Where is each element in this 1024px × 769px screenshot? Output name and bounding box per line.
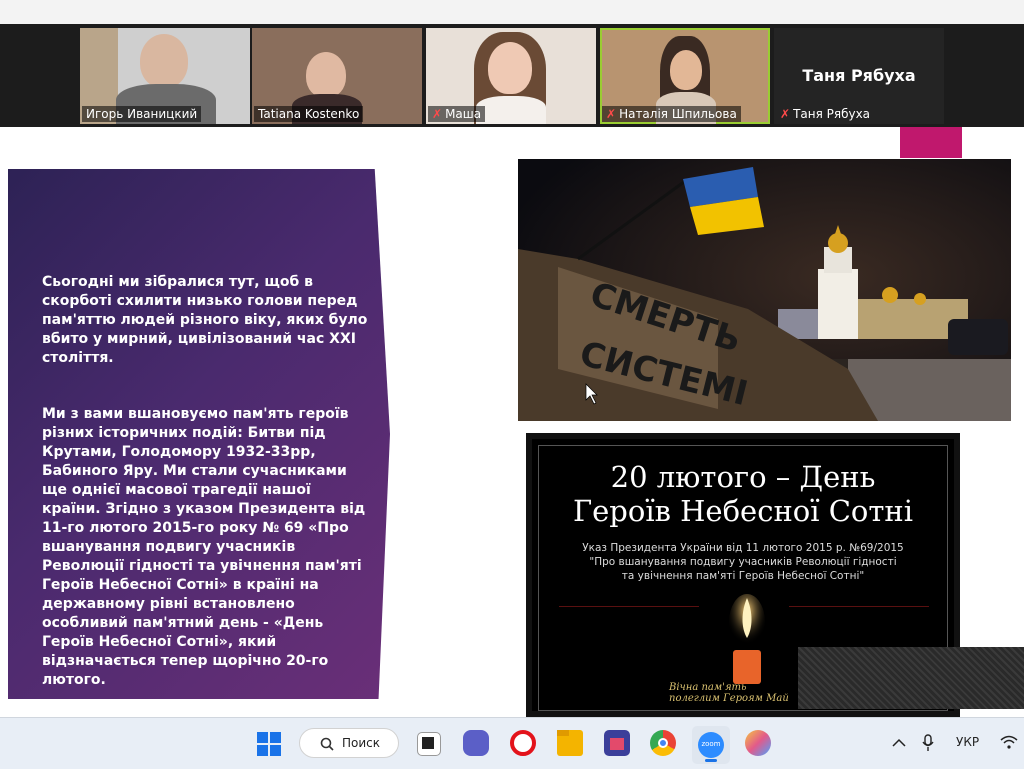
- poster-caption: Вічна пам'ять полеглим Героям Май: [669, 682, 789, 704]
- poster-subtitle-2: "Про вшанування подвигу учасників Револю…: [589, 556, 897, 568]
- poster-subtitle-1: Указ Президента України від 11 лютого 20…: [582, 542, 904, 554]
- windows-start-icon[interactable]: [257, 732, 281, 756]
- poster-divider-left: [559, 606, 699, 607]
- poster-title-line-2: Героїв Небесної Сотні: [572, 494, 914, 528]
- participant-body: [476, 96, 546, 124]
- slide-accent-bar: [900, 127, 962, 158]
- maidan-photo-graphic: СМЕРТЬ СИСТЕМІ: [518, 159, 1011, 421]
- muted-mic-icon: ✗: [432, 107, 443, 121]
- slide-text-panel: Сьогодні ми зібралися тут, щоб в скорбот…: [8, 169, 390, 699]
- candle-icon: [729, 594, 765, 684]
- zoom-icon: zoom: [698, 732, 724, 758]
- participant-name: ✗ Маша: [428, 106, 486, 122]
- shared-slide: Сьогодні ми зібралися тут, щоб в скорбот…: [0, 127, 1024, 717]
- participant-name: ✗ Таня Рябуха: [780, 107, 871, 121]
- slide-paragraph-2: Ми з вами вшановуємо пам'ять героїв різн…: [42, 406, 366, 688]
- participant-face: [670, 50, 702, 90]
- participant-strip: Игорь Иваницкий Tatiana Kostenko ✗ Маша ✗…: [0, 24, 1024, 127]
- search-label: Поиск: [342, 736, 381, 750]
- video-overlay-box: [798, 647, 1024, 709]
- active-app-indicator: [705, 759, 717, 762]
- opera-icon[interactable]: [510, 730, 536, 756]
- participant-face: [488, 42, 532, 94]
- muted-mic-icon: ✗: [780, 107, 791, 121]
- participant-tile-1[interactable]: Игорь Иваницкий: [80, 28, 250, 124]
- taskbar: Поиск zoom УКР: [0, 717, 1024, 769]
- task-view-icon[interactable]: [417, 732, 441, 756]
- paint-icon[interactable]: [745, 730, 771, 756]
- wifi-icon[interactable]: [1000, 735, 1018, 749]
- language-indicator[interactable]: УКР: [956, 735, 979, 749]
- slide-paragraph-1: Сьогодні ми зібралися тут, щоб в скорбот…: [42, 274, 368, 366]
- taskbar-search[interactable]: Поиск: [299, 728, 399, 758]
- maidan-photo: СМЕРТЬ СИСТЕМІ: [518, 159, 1011, 421]
- chevron-up-icon[interactable]: [892, 738, 906, 748]
- poster-divider-right: [789, 606, 929, 607]
- participant-tile-5[interactable]: Таня Рябуха ✗ Таня Рябуха: [774, 28, 944, 124]
- participant-name: Tatiana Kostenko: [254, 106, 364, 122]
- top-strip: [0, 0, 1024, 24]
- microphone-icon[interactable]: [922, 734, 934, 752]
- participant-name: Игорь Иваницкий: [82, 106, 202, 122]
- participant-face: [140, 34, 188, 88]
- teams-chat-icon[interactable]: [463, 730, 489, 756]
- participant-name: ✗ Наталія Шпильова: [602, 106, 741, 122]
- participant-tile-4[interactable]: ✗ Наталія Шпильова: [600, 28, 770, 124]
- chrome-icon[interactable]: [650, 730, 676, 756]
- zoom-app-button[interactable]: zoom: [692, 726, 730, 764]
- ms-store-icon[interactable]: [604, 730, 630, 756]
- participant-tile-label: Таня Рябуха: [802, 66, 916, 85]
- participant-face: [306, 52, 346, 98]
- poster-subtitle-3: та увічнення пам'яті Героїв Небесної Сот…: [621, 570, 865, 582]
- file-explorer-icon[interactable]: [557, 730, 583, 756]
- participant-tile-2[interactable]: Tatiana Kostenko: [252, 28, 422, 124]
- participant-tile-3[interactable]: ✗ Маша: [426, 28, 596, 124]
- poster-title-line-1: 20 лютого – День: [610, 460, 876, 494]
- search-icon: [320, 737, 334, 751]
- muted-mic-icon: ✗: [606, 107, 617, 121]
